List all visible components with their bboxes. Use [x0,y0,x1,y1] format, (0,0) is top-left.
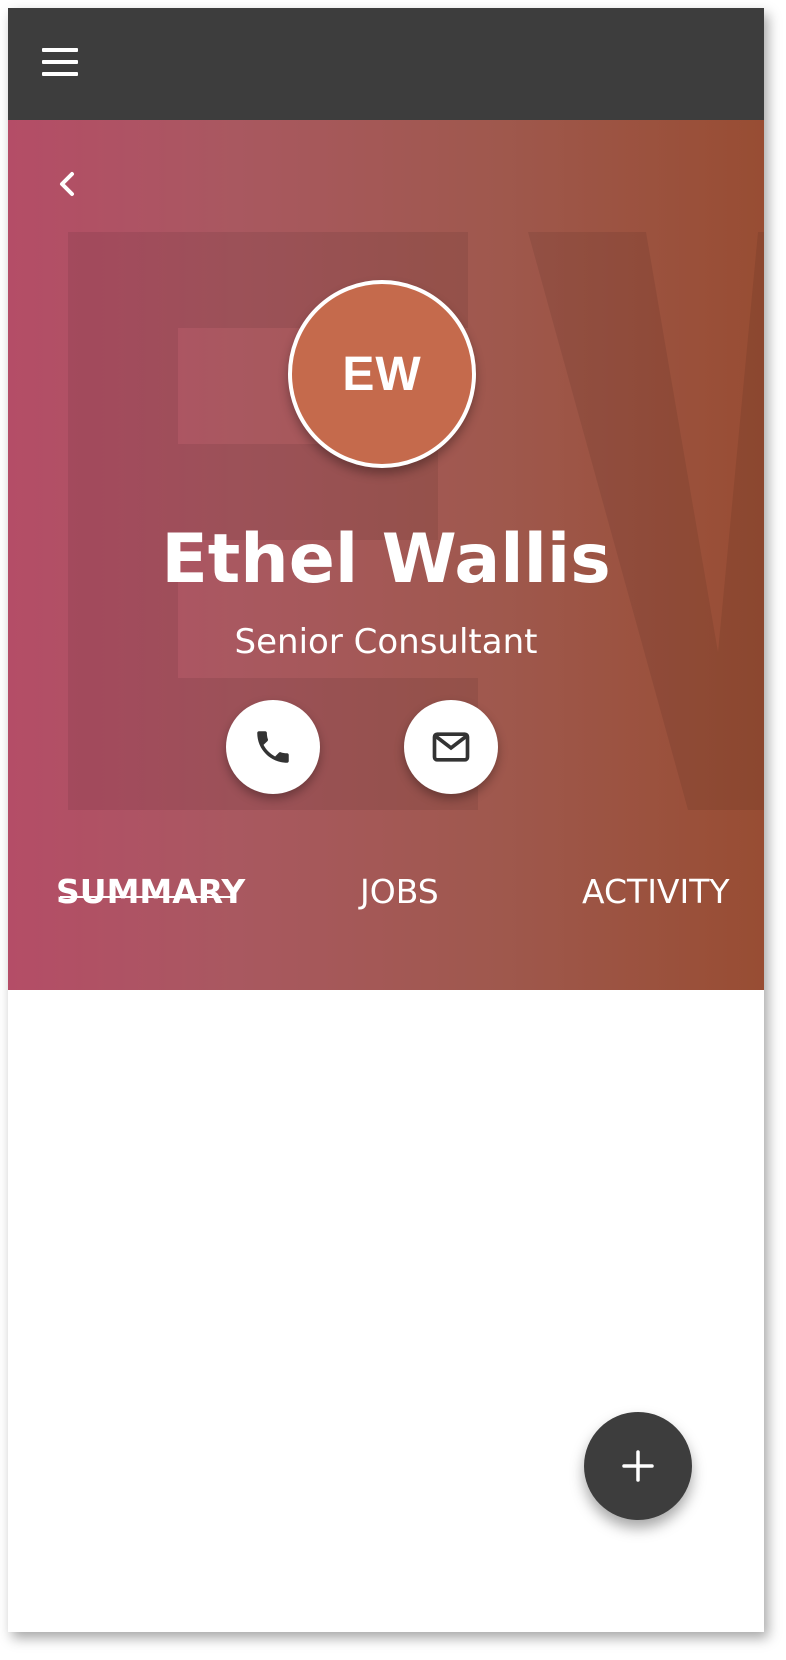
avatar: EW [288,280,476,468]
email-button[interactable] [404,700,498,794]
back-button[interactable] [48,164,88,204]
hamburger-menu-icon[interactable] [42,46,80,80]
mail-icon [432,732,470,762]
app-bar [8,8,764,120]
tab-summary[interactable]: SUMMARY [56,872,245,912]
profile-header: EW Ethel Wallis Senior Consultant SUMMAR… [8,120,764,990]
plus-icon [622,1450,654,1482]
add-button[interactable] [584,1412,692,1520]
active-tab-indicator [60,896,236,898]
summary-content [8,990,764,1632]
phone-icon [257,731,289,763]
tab-jobs[interactable]: JOBS [360,872,439,912]
profile-name: Ethel Wallis [161,520,611,599]
tab-bar: SUMMARY JOBS ACTIVITY [8,840,764,960]
call-button[interactable] [226,700,320,794]
tab-activity[interactable]: ACTIVITY [582,872,730,912]
profile-job-title: Senior Consultant [234,622,538,662]
chevron-left-icon [60,172,74,196]
phone-screen: EW Ethel Wallis Senior Consultant SUMMAR… [8,8,764,1632]
avatar-initials: EW [342,347,422,401]
